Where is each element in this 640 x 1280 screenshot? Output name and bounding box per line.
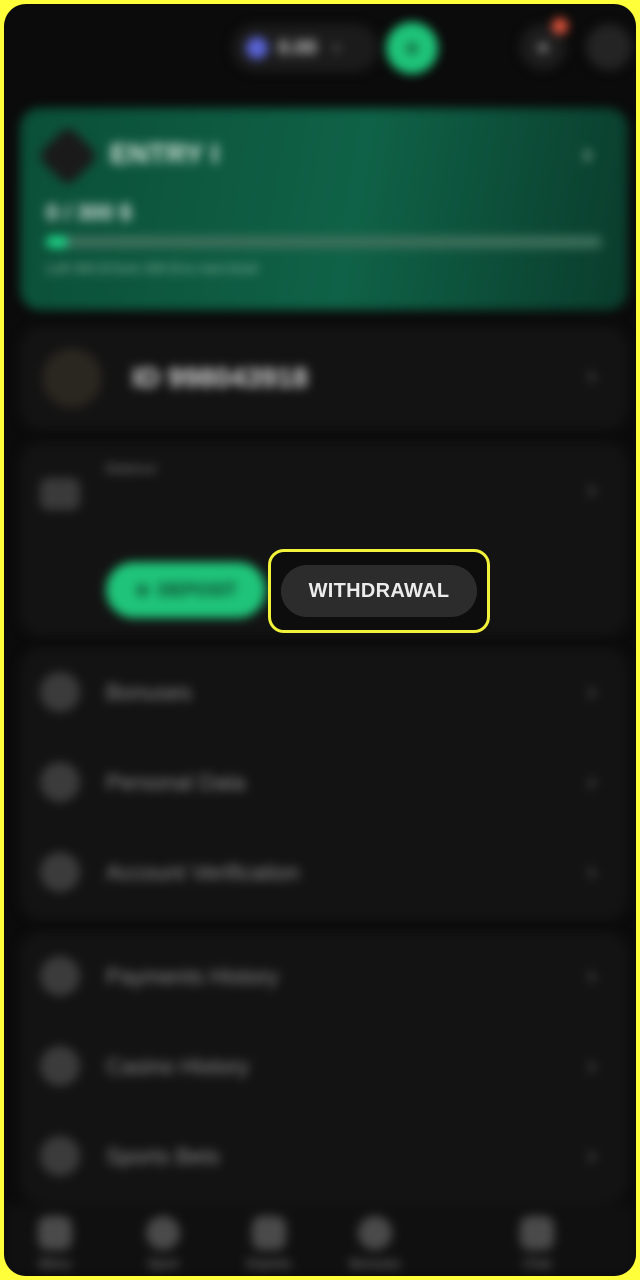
chevron-right-icon: › [587, 1050, 596, 1080]
gift-icon [358, 1216, 392, 1250]
level-progress-bar [46, 236, 602, 248]
user-icon [40, 762, 80, 802]
gamepad-icon [252, 1216, 286, 1250]
nav-esports[interactable]: Esports [224, 1216, 314, 1271]
menu-row-account-verification[interactable]: Account Verification › [20, 828, 628, 918]
blurred-background: 0.00 ▾ + ● ENTRY I › 0 / 300 $ Left 300 … [4, 4, 636, 1276]
chevron-right-icon: › [587, 1140, 596, 1170]
menu-row-sports-bets[interactable]: Sports Bets › [20, 1112, 628, 1202]
nav-sport[interactable]: Sport [118, 1216, 208, 1271]
menu-row-payments-history[interactable]: Payments History › [20, 932, 628, 1022]
nav-bonuses[interactable]: Bonuses [330, 1216, 420, 1271]
menu-row-personal-data[interactable]: Personal Data › [20, 738, 628, 828]
history-icon [40, 956, 80, 996]
menu-label: Bonuses [106, 680, 192, 705]
level-note: Left 300 $ from 300 $ to next level [46, 260, 258, 276]
menu-label: Account Verification [106, 860, 300, 885]
menu-row-bonuses[interactable]: Bonuses › [20, 648, 628, 738]
chevron-right-icon: › [587, 960, 596, 990]
chevron-right-icon: › [587, 766, 596, 796]
chevron-right-icon: › [587, 676, 596, 706]
menu-icon [38, 1216, 72, 1250]
menu-row-casino-history[interactable]: Casino History › [20, 1022, 628, 1112]
top-header: 0.00 ▾ + ● [4, 4, 636, 94]
menu-label: Casino History [106, 1054, 250, 1079]
menu-label: Payments History [106, 964, 279, 989]
coin-icon [246, 37, 268, 59]
level-progress-text: 0 / 300 $ [46, 200, 132, 225]
balance-label: Balance [106, 460, 157, 476]
header-balance: 0.00 [278, 36, 317, 59]
account-id-card[interactable]: ID 998043918 › [20, 326, 628, 430]
bottom-nav: Menu Sport Esports Bonuses Chat [4, 1204, 636, 1276]
level-card[interactable]: ENTRY I › 0 / 300 $ Left 300 $ from 300 … [20, 108, 628, 310]
ball-icon [146, 1216, 180, 1250]
nav-label: Menu [38, 1256, 72, 1271]
plus-icon: ⊕ [134, 579, 151, 600]
balance-pill[interactable]: 0.00 ▾ [232, 24, 378, 72]
shield-icon [40, 852, 80, 892]
menu-group-history: Payments History › Casino History › Spor… [20, 932, 628, 1204]
nav-label: Bonuses [349, 1256, 401, 1271]
quick-deposit-button[interactable]: + [386, 22, 438, 74]
chat-icon [520, 1216, 554, 1250]
nav-menu[interactable]: Menu [10, 1216, 100, 1271]
chevron-right-icon: › [582, 138, 592, 169]
chevron-right-icon: › [587, 474, 596, 504]
bell-icon: ● [536, 34, 550, 59]
deposit-label: DEPOSIT [158, 579, 238, 600]
level-title: ENTRY I [110, 138, 219, 169]
nav-label: Chat [523, 1256, 551, 1271]
nav-label: Esports [246, 1256, 292, 1271]
menu-label: Sports Bets [106, 1144, 220, 1169]
ticket-icon [40, 1136, 80, 1176]
chevron-right-icon: › [587, 856, 596, 886]
level-badge-icon [36, 124, 100, 188]
chevron-right-icon: › [587, 360, 596, 390]
menu-label: Personal Data [106, 770, 246, 795]
withdrawal-highlight: WITHDRAWAL [268, 549, 490, 633]
nav-label: Sport [147, 1256, 179, 1271]
chevron-down-icon: ▾ [332, 39, 340, 56]
profile-avatar[interactable] [586, 24, 632, 70]
gift-icon [40, 672, 80, 712]
account-avatar [42, 348, 102, 408]
deposit-button[interactable]: ⊕ DEPOSIT [106, 562, 266, 618]
wallet-icon [40, 478, 80, 510]
menu-group-account: Bonuses › Personal Data › Account Verifi… [20, 648, 628, 920]
notification-badge [552, 18, 568, 34]
withdrawal-button[interactable]: WITHDRAWAL [281, 565, 477, 617]
account-id: ID 998043918 [132, 362, 308, 393]
app-frame: 0.00 ▾ + ● ENTRY I › 0 / 300 $ Left 300 … [4, 4, 636, 1276]
level-progress-fill [46, 236, 69, 248]
casino-icon [40, 1046, 80, 1086]
nav-chat[interactable]: Chat [492, 1216, 582, 1271]
